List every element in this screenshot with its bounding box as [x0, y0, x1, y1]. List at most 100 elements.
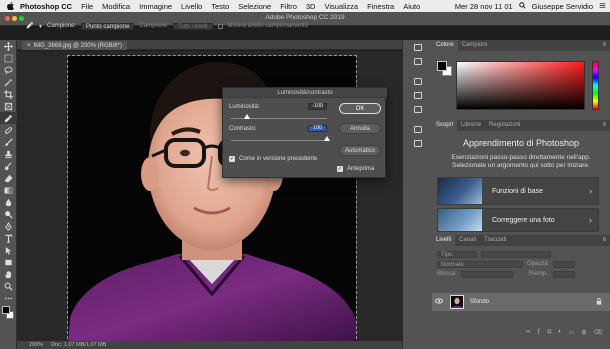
lock-icons[interactable] [460, 270, 513, 278]
close-tab-icon[interactable]: × [27, 43, 31, 49]
history-panel-icon[interactable] [403, 40, 433, 54]
show-ring-checkbox[interactable] [217, 23, 223, 29]
magic-wand-tool-icon[interactable] [0, 76, 17, 88]
menubar-clock[interactable]: Mer 28 nov 11 01 [455, 2, 513, 11]
hand-tool-icon[interactable] [0, 268, 17, 280]
adjustment-icon[interactable]: ◐ [558, 329, 562, 338]
blend-mode-select[interactable]: Normale [437, 260, 523, 268]
brightness-slider-knob[interactable] [244, 114, 250, 119]
apple-icon[interactable] [6, 2, 15, 11]
menu-livello[interactable]: Livello [181, 2, 202, 11]
zoom-tool-icon[interactable] [0, 280, 17, 292]
layer-name[interactable]: Sfondo [470, 299, 596, 305]
brightness-value-field[interactable]: -100 [308, 103, 327, 110]
learn-card-basics[interactable]: Funzioni di base › [437, 177, 599, 205]
crop-tool-icon[interactable] [0, 88, 17, 100]
paragraph-panel-icon[interactable] [403, 102, 433, 116]
folder-icon[interactable]: ▭ [569, 329, 575, 338]
panel-menu-icon[interactable]: ≡ [602, 42, 606, 48]
opacity-field[interactable] [553, 260, 576, 268]
preview-checkbox[interactable]: ✓ [337, 166, 343, 172]
move-tool-icon[interactable] [0, 40, 17, 52]
tab-tracciati[interactable]: Tracciati [480, 235, 510, 246]
new-layer-icon[interactable]: ⊞ [581, 329, 586, 338]
color-foreground-swatch[interactable] [437, 61, 447, 71]
eyedropper-icon[interactable] [0, 112, 17, 124]
dodge-tool-icon[interactable] [0, 208, 17, 220]
tab-scopri[interactable]: Scopri [432, 120, 458, 131]
hue-slider[interactable] [592, 61, 599, 110]
path-selection-icon[interactable] [0, 244, 17, 256]
healing-brush-icon[interactable] [0, 124, 17, 136]
tab-canali[interactable]: Canali [455, 235, 480, 246]
menu-modifica[interactable]: Modifica [102, 2, 130, 11]
preview-option[interactable]: ✓ Anteprima [337, 166, 374, 172]
menu-immagine[interactable]: Immagine [139, 2, 172, 11]
eyedropper-tool-icon[interactable] [26, 21, 34, 31]
eye-icon[interactable] [432, 298, 446, 306]
zoom-level[interactable]: 200% [29, 342, 43, 348]
layers-filter-icons[interactable] [481, 250, 551, 258]
menu-aiuto[interactable]: Aiuto [403, 2, 420, 11]
menu-filtro[interactable]: Filtro [280, 2, 297, 11]
contrast-value-field[interactable]: 100 [308, 125, 327, 132]
menu-3d[interactable]: 3D [306, 2, 316, 11]
menu-file[interactable]: File [81, 2, 93, 11]
learn-card-fix-photo[interactable]: Correggere una foto › [437, 208, 599, 232]
brush-panel-icon[interactable] [403, 74, 433, 88]
gradient-tool-icon[interactable] [0, 184, 17, 196]
fx-icon[interactable]: ƒ [537, 329, 540, 338]
ok-button[interactable]: OK [339, 103, 381, 114]
chevron-down-icon[interactable]: ▾ [39, 23, 42, 30]
contrast-slider-track[interactable] [231, 140, 327, 141]
tab-livelli[interactable]: Livelli [432, 235, 456, 246]
doc-size-info[interactable]: Doc: 1,07 MB/1,07 MB [51, 342, 106, 348]
tab-librerie[interactable]: Librerie [457, 120, 485, 131]
panel-menu-icon[interactable]: ≡ [602, 237, 606, 243]
properties-panel-icon[interactable] [403, 54, 433, 68]
document-tab[interactable]: × IMG_3669.jpg @ 200% (RGB/8*) [22, 41, 127, 50]
trash-icon[interactable]: ⌫ [594, 329, 602, 338]
tab-campioni[interactable]: Campioni [458, 40, 491, 51]
brush-tool-icon[interactable] [0, 136, 17, 148]
stamp-tool-icon[interactable] [0, 148, 17, 160]
fill-field[interactable] [553, 270, 576, 278]
menu-visualizza[interactable]: Visualizza [324, 2, 358, 11]
color-picker-field[interactable] [456, 61, 585, 110]
info-panel-icon[interactable] [403, 122, 433, 136]
blur-tool-icon[interactable] [0, 196, 17, 208]
tab-regolazioni[interactable]: Regolazioni [485, 120, 524, 131]
character-panel-icon[interactable] [403, 88, 433, 102]
legacy-option[interactable]: ✓ Come in versione precedente [229, 156, 317, 162]
user-name[interactable]: Giuseppe Servidio [532, 2, 593, 11]
history-brush-icon[interactable] [0, 160, 17, 172]
link-icon[interactable]: ∞ [526, 329, 530, 338]
color-swatches[interactable] [0, 304, 16, 324]
marquee-tool-icon[interactable] [0, 52, 17, 64]
cancel-button[interactable]: Annulla [339, 123, 381, 134]
foreground-swatch[interactable] [2, 306, 10, 314]
lasso-tool-icon[interactable] [0, 64, 17, 76]
layers-filter-select[interactable]: Tipo [437, 250, 477, 258]
sample-layers-select[interactable]: Tutti i livelli [173, 22, 213, 30]
legacy-checkbox[interactable]: ✓ [229, 156, 235, 162]
pen-tool-icon[interactable] [0, 220, 17, 232]
spotlight-icon[interactable] [518, 1, 526, 11]
contrast-slider-knob[interactable] [324, 136, 330, 141]
tab-colore[interactable]: Colore [432, 40, 458, 51]
mask-icon[interactable]: ◘ [548, 329, 552, 338]
type-tool-icon[interactable] [0, 232, 17, 244]
menu-selezione[interactable]: Selezione [238, 2, 271, 11]
auto-button[interactable]: Automatico [339, 145, 381, 156]
navigator-panel-icon[interactable] [403, 136, 433, 150]
layer-row[interactable]: Sfondo [432, 293, 610, 311]
menu-testo[interactable]: Testo [211, 2, 229, 11]
more-tools-icon[interactable] [0, 292, 17, 304]
frame-tool-icon[interactable] [0, 100, 17, 112]
menu-app-name[interactable]: Photoshop CC [20, 2, 72, 11]
sample-size-select[interactable]: Punto campione [81, 22, 135, 30]
rectangle-tool-icon[interactable] [0, 256, 17, 268]
menu-finestra[interactable]: Finestra [367, 2, 394, 11]
eraser-tool-icon[interactable] [0, 172, 17, 184]
menu-list-icon[interactable] [599, 2, 606, 11]
